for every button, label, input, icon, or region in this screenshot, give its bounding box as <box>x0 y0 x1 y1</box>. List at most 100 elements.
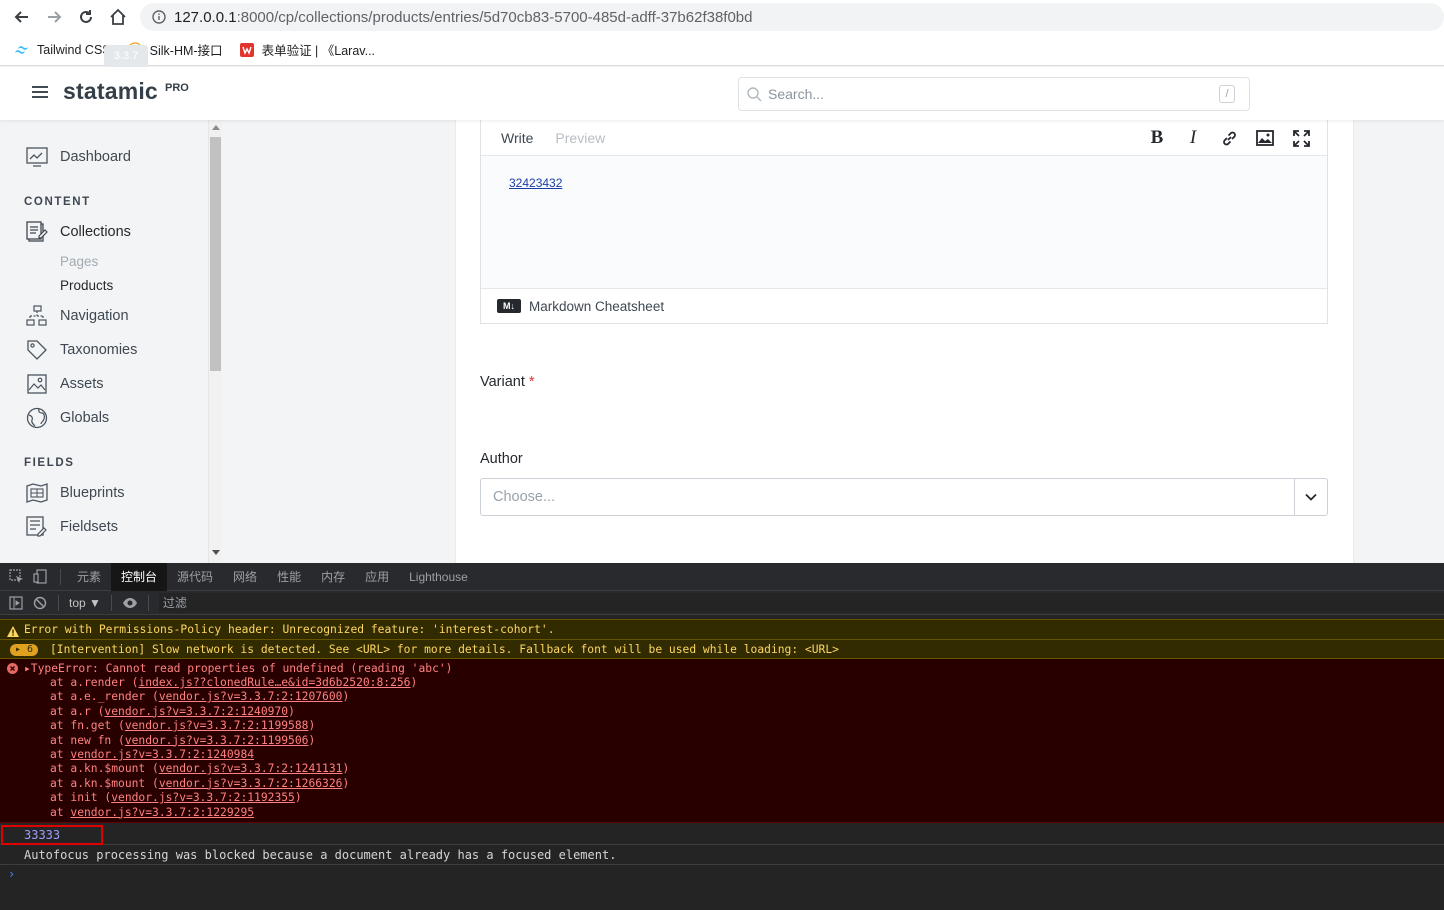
devtools-tab-console[interactable]: 控制台 <box>111 562 168 591</box>
tab-preview[interactable]: Preview <box>555 130 605 146</box>
red-highlight-box <box>1 825 103 845</box>
fieldset-icon <box>26 516 48 538</box>
devtools-tab-network[interactable]: 网络 <box>223 563 267 591</box>
console-error-block: ▸TypeError: Cannot read properties of un… <box>0 659 1444 823</box>
sidebar: Dashboard CONTENT Collections Pages Prod… <box>0 120 208 563</box>
blueprint-icon <box>26 482 48 504</box>
stack-frame-link[interactable]: vendor.js?v=3.3.7:2:1240984 <box>70 748 254 761</box>
console-filter-input[interactable] <box>158 592 1444 613</box>
stack-frame-link[interactable]: vendor.js?v=3.3.7:2:1199506 <box>125 734 309 747</box>
console-warning-permissions: Error with Permissions-Policy header: Un… <box>0 619 1444 639</box>
error-message[interactable]: ▸TypeError: Cannot read properties of un… <box>24 662 452 676</box>
sidebar-scroll-thumb[interactable] <box>210 137 221 371</box>
sidebar-toggle-icon[interactable] <box>4 591 28 615</box>
stack-frame: at a.r (vendor.js?v=3.3.7:2:1240970) <box>50 704 295 718</box>
sidebar-scrollbar[interactable] <box>208 120 222 563</box>
markdown-textarea[interactable]: 32423432 <box>481 156 1327 288</box>
stack-frame: at vendor.js?v=3.3.7:2:1229295 <box>50 805 255 819</box>
console-prompt[interactable]: › <box>8 867 15 881</box>
global-search[interactable]: / <box>738 77 1250 111</box>
warning-count-badge[interactable]: ▸ 6 <box>10 644 38 656</box>
stack-frame-link[interactable]: vendor.js?v=3.3.7:2:1241131 <box>159 762 343 775</box>
link-icon[interactable] <box>1217 126 1241 150</box>
scroll-up-arrow-icon[interactable] <box>212 125 220 130</box>
sidebar-item-label: Taxonomies <box>60 342 138 358</box>
stack-frame-link[interactable]: vendor.js?v=3.3.7:2:1192355 <box>111 791 295 804</box>
devtools-tab-application[interactable]: 应用 <box>355 563 399 591</box>
devtools-panel: 元素 控制台 源代码 网络 性能 内存 应用 Lighthouse top ▼ … <box>0 562 1444 910</box>
author-select[interactable]: Choose... <box>480 478 1328 516</box>
search-shortcut-key: / <box>1219 85 1235 103</box>
sidebar-item-blueprints[interactable]: Blueprints <box>26 482 124 504</box>
stack-frame: at vendor.js?v=3.3.7:2:1240984 <box>50 748 255 761</box>
bold-icon[interactable]: B <box>1145 126 1169 150</box>
stack-frame-link[interactable]: vendor.js?v=3.3.7:2:1199588 <box>125 719 309 732</box>
tab-write[interactable]: Write <box>501 130 533 146</box>
fullscreen-icon[interactable] <box>1289 126 1313 150</box>
stack-frame: at a.render (index.js??clonedRule…e&id=3… <box>50 676 418 689</box>
stack-frame: at fn.get (vendor.js?v=3.3.7:2:1199588) <box>50 719 316 733</box>
sidebar-item-label: Globals <box>60 410 110 426</box>
reload-icon[interactable] <box>70 1 102 33</box>
eye-icon[interactable] <box>118 591 142 615</box>
sidebar-item-fieldsets[interactable]: Fieldsets <box>26 516 118 538</box>
markdown-cheatsheet-link[interactable]: M↓ Markdown Cheatsheet <box>481 288 1327 323</box>
statamic-logo[interactable]: statamic <box>63 78 158 105</box>
chevron-down-icon[interactable] <box>1294 479 1327 515</box>
devtools-tab-performance[interactable]: 性能 <box>267 563 311 591</box>
pro-badge: PRO <box>165 82 189 94</box>
image-icon[interactable] <box>1253 126 1277 150</box>
inspect-element-icon[interactable] <box>4 563 28 591</box>
sidebar-item-collections[interactable]: Collections <box>26 221 131 243</box>
forward-icon[interactable] <box>38 1 70 33</box>
cp-header: statamic PRO / <box>0 67 1444 120</box>
stack-frame-link[interactable]: index.js??clonedRule…e&id=3d6b2520:8:256 <box>138 676 410 689</box>
home-icon[interactable] <box>102 1 134 33</box>
sidebar-subitem-products[interactable]: Products <box>60 278 113 293</box>
error-icon <box>7 663 18 677</box>
italic-icon[interactable]: I <box>1181 126 1205 150</box>
console-log-value: 33333 <box>0 825 1444 845</box>
dashboard-icon <box>26 146 48 168</box>
scroll-down-arrow-icon[interactable] <box>212 550 220 555</box>
search-input[interactable] <box>768 86 1208 102</box>
hamburger-icon[interactable] <box>32 86 48 100</box>
clear-console-icon[interactable] <box>28 591 52 615</box>
stack-frame: at a.e._render (vendor.js?v=3.3.7:2:1207… <box>50 690 350 704</box>
context-selector[interactable]: top ▼ <box>69 596 101 610</box>
devtools-tabbar: 元素 控制台 源代码 网络 性能 内存 应用 Lighthouse <box>0 562 1444 591</box>
devtools-tab-lighthouse[interactable]: Lighthouse <box>399 563 478 591</box>
stack-frame-link[interactable]: vendor.js?v=3.3.7:2:1266326 <box>159 777 343 790</box>
stack-frame-link[interactable]: vendor.js?v=3.3.7:2:1240970 <box>104 705 288 718</box>
assets-icon <box>26 373 48 395</box>
stack-frame-link[interactable]: vendor.js?v=3.3.7:2:1229295 <box>70 806 254 819</box>
sidebar-subitem-pages[interactable]: Pages <box>60 254 98 269</box>
sidebar-item-label: Fieldsets <box>60 519 119 535</box>
back-icon[interactable] <box>6 1 38 33</box>
address-bar[interactable]: 127.0.0.1:8000/cp/collections/products/e… <box>140 3 1444 31</box>
stack-frame: at a.kn.$mount (vendor.js?v=3.3.7:2:1241… <box>50 762 350 776</box>
console-warning-intervention: ▸ 6 [Intervention] Slow network is detec… <box>0 639 1444 659</box>
sidebar-item-taxonomies[interactable]: Taxonomies <box>26 339 137 361</box>
sidebar-item-globals[interactable]: Globals <box>26 407 109 429</box>
info-icon[interactable] <box>152 10 166 24</box>
bookmark-laravel[interactable]: 表单验证 | 《Larav... <box>239 40 375 59</box>
required-marker: * <box>528 374 535 390</box>
variant-label: Variant * <box>480 374 535 390</box>
devtools-tab-elements[interactable]: 元素 <box>67 563 111 591</box>
markdown-toolbar: Write Preview B I <box>481 120 1327 156</box>
bookmark-tailwind[interactable]: Tailwind CSS <box>14 42 111 58</box>
devtools-tab-sources[interactable]: 源代码 <box>167 563 223 591</box>
device-toolbar-icon[interactable] <box>28 563 52 591</box>
stack-frame-link[interactable]: vendor.js?v=3.3.7:2:1207600 <box>159 690 343 703</box>
bookmark-label: Tailwind CSS <box>37 42 111 57</box>
markdown-editor: Write Preview B I 32423432 M↓ Markdown C… <box>480 120 1328 324</box>
sidebar-item-assets[interactable]: Assets <box>26 373 104 395</box>
sidebar-item-dashboard[interactable]: Dashboard <box>26 146 131 168</box>
sidebar-item-navigation[interactable]: Navigation <box>26 305 129 327</box>
stack-frame: at new fn (vendor.js?v=3.3.7:2:1199506) <box>50 733 316 747</box>
devtools-tab-memory[interactable]: 内存 <box>311 563 355 591</box>
browser-toolbar: 127.0.0.1:8000/cp/collections/products/e… <box>0 0 1444 34</box>
content-link[interactable]: 32423432 <box>509 176 562 190</box>
url-host: 127.0.0.1 <box>174 8 237 26</box>
